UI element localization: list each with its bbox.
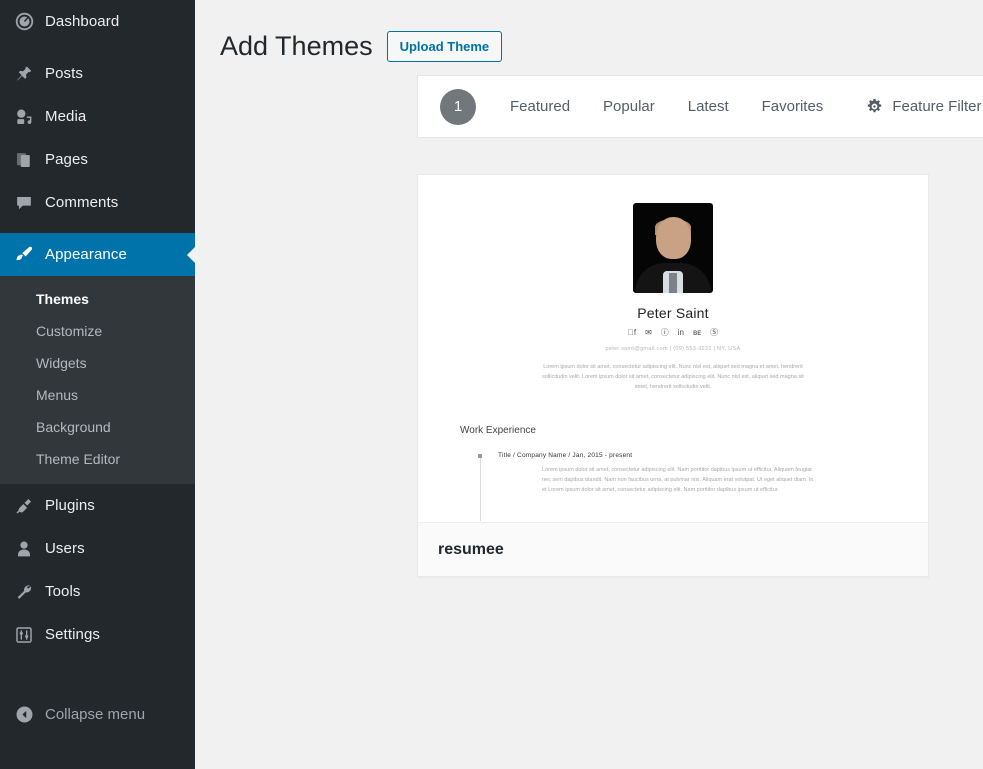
sidebar-item-posts[interactable]: Posts [0, 52, 195, 95]
linkedin-icon: in [674, 328, 684, 337]
timeline-bullet-icon [478, 453, 482, 458]
sidebar-item-label: Plugins [45, 497, 95, 514]
page-header: Add Themes Upload Theme [195, 0, 983, 75]
sidebar-item-comments[interactable]: Comments [0, 181, 195, 224]
sidebar-item-label: Users [45, 540, 85, 557]
sidebar-item-settings[interactable]: Settings [0, 613, 195, 656]
twitter-icon: ✉︎ [642, 328, 652, 337]
resume-experience-entry: Title / Company Name / Jan, 2015 - prese… [478, 451, 928, 521]
main-content: Add Themes Upload Theme 1 Featured Popul… [195, 0, 983, 769]
sidebar-item-menus[interactable]: Menus [0, 379, 195, 411]
admin-sidebar: Dashboard Posts Media Pages Comments App… [0, 0, 195, 769]
tab-featured[interactable]: Featured [510, 98, 570, 115]
gear-icon [866, 98, 883, 115]
sidebar-item-tools[interactable]: Tools [0, 570, 195, 613]
media-icon [9, 108, 39, 126]
wordpress-admin-screen: Dashboard Posts Media Pages Comments App… [0, 0, 983, 769]
paintbrush-icon [9, 245, 39, 264]
dashboard-icon [9, 12, 39, 31]
plug-icon [9, 497, 39, 515]
resume-entry-title: Title / Company Name / Jan, 2015 - prese… [498, 451, 633, 459]
tab-popular[interactable]: Popular [603, 98, 655, 115]
sidebar-item-background[interactable]: Background [0, 411, 195, 443]
theme-name: resumee [438, 540, 504, 558]
user-icon [9, 540, 39, 558]
wrench-icon [9, 583, 39, 601]
dribbble-icon: ⓘ [657, 328, 669, 337]
sliders-icon [9, 626, 39, 644]
theme-screenshot[interactable]: Peter Saint f ✉︎ ⓘ in ʙᴇ Ⓢ peter.saint@… [418, 175, 928, 523]
feature-filter-button[interactable]: Feature Filter [866, 98, 982, 115]
sidebar-item-customize[interactable]: Customize [0, 315, 195, 347]
sidebar-item-theme-editor[interactable]: Theme Editor [0, 443, 195, 475]
resume-person-name: Peter Saint [637, 305, 709, 321]
collapse-menu-label: Collapse menu [45, 705, 146, 723]
theme-card-footer: resumee [418, 523, 928, 576]
tab-favorites[interactable]: Favorites [762, 98, 824, 115]
current-menu-arrow [187, 246, 195, 263]
sidebar-item-themes[interactable]: Themes [0, 283, 195, 315]
tab-latest[interactable]: Latest [688, 98, 729, 115]
timeline-line [480, 454, 481, 521]
avatar [633, 203, 713, 293]
collapse-left-icon [9, 705, 39, 724]
resume-contact-line: peter.saint@gmail.com | (09) 553-3222 | … [605, 346, 741, 352]
sidebar-item-label: Settings [45, 626, 100, 643]
resume-section-heading: Work Experience [460, 424, 536, 436]
sidebar-item-pages[interactable]: Pages [0, 138, 195, 181]
pin-icon [9, 65, 39, 83]
sidebar-item-label: Media [45, 108, 87, 125]
sidebar-item-users[interactable]: Users [0, 527, 195, 570]
sidebar-item-label: Dashboard [45, 13, 120, 30]
sidebar-separator [0, 224, 195, 233]
sidebar-item-label: Comments [45, 194, 119, 211]
behance-icon: ʙᴇ [690, 328, 701, 337]
sidebar-item-widgets[interactable]: Widgets [0, 347, 195, 379]
sidebar-item-label: Posts [45, 65, 84, 82]
theme-card[interactable]: Peter Saint f ✉︎ ⓘ in ʙᴇ Ⓢ peter.saint@… [417, 174, 929, 577]
page-title: Add Themes [220, 30, 373, 61]
appearance-submenu: Themes Customize Widgets Menus Backgroun… [0, 276, 195, 484]
sidebar-item-media[interactable]: Media [0, 95, 195, 138]
facebook-icon: f [628, 328, 636, 337]
sidebar-item-dashboard[interactable]: Dashboard [0, 0, 195, 43]
sidebar-item-label: Appearance [45, 246, 127, 263]
resume-intro-paragraph: Lorem ipsum dolor sit amet, consectetur … [542, 364, 804, 391]
sidebar-item-appearance[interactable]: Appearance [0, 233, 195, 276]
resume-social-links: f ✉︎ ⓘ in ʙᴇ Ⓢ [418, 329, 928, 337]
sidebar-item-label: Tools [45, 583, 81, 600]
pages-icon [9, 151, 39, 169]
upload-theme-button[interactable]: Upload Theme [386, 30, 503, 63]
sidebar-item-label: Pages [45, 151, 89, 168]
feature-filter-label: Feature Filter [892, 98, 982, 115]
comment-icon [9, 194, 39, 212]
sidebar-item-plugins[interactable]: Plugins [0, 484, 195, 527]
theme-count-badge: 1 [440, 88, 476, 125]
sidebar-separator [0, 43, 195, 52]
skype-icon: Ⓢ [707, 328, 718, 337]
theme-filter-bar: 1 Featured Popular Latest Favorites Feat… [417, 75, 983, 138]
collapse-menu-button[interactable]: Collapse menu [0, 697, 195, 731]
resume-entry-body: Lorem ipsum dolor sit amet, consectetur … [542, 466, 814, 494]
